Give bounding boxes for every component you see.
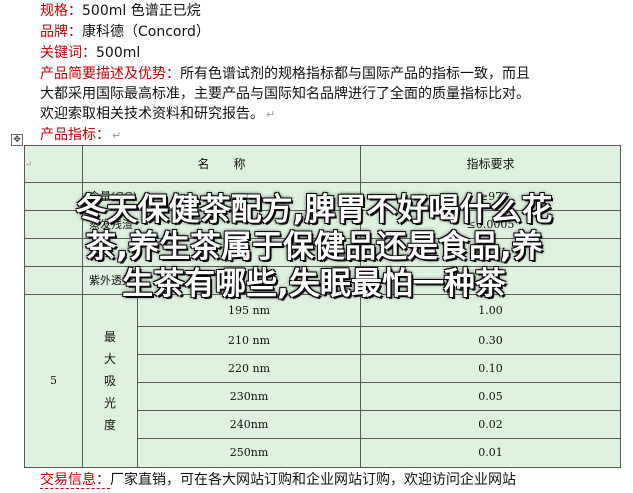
desc-line-2: 大都采用国际最高标准，主要产品与国际知名品牌进行了全面的质量指标比对。 [40, 84, 530, 104]
brand-line: 品牌：康科德（Concord） [40, 22, 210, 42]
footer-label: 交易信息： [40, 472, 110, 489]
group-label-char: 最 [103, 329, 116, 344]
wavelength-cell: 240nm [136, 409, 362, 439]
brand-label: 品牌： [40, 24, 82, 40]
index-line: 产品指标： ↵ [40, 125, 121, 146]
table-header-row: ↵ 名 称 指标要求 [24, 145, 622, 183]
footer-value: 厂家直销，可在各大网站订购和企业网站订购，欢迎访问企业网站 [110, 472, 516, 488]
desc-text-2: 大都采用国际最高标准，主要产品与国际知名品牌进行了全面的质量指标比对。 [40, 86, 530, 102]
group-label-char: 光 [103, 395, 116, 410]
absorbance-cell: 0.05 [360, 381, 622, 411]
overlay-line-1: 冬天保健茶配方,脾胃不好喝什么花 [75, 192, 553, 228]
wavelength-cell: 250nm [136, 437, 362, 469]
header-name: 名 称 [81, 145, 362, 183]
brand-value: 康科德（Concord） [82, 24, 210, 40]
keyword-line: 关键词：500ml [40, 43, 140, 63]
absorbance-cell: 0.30 [360, 325, 622, 355]
article-title-overlay: 冬天保健茶配方,脾胃不好喝什么花 茶,养生茶属于保健品还是食品,养 生茶有哪些,… [14, 192, 614, 303]
group-label: 最 大 吸 光 度 [82, 293, 138, 469]
desc-line-3: 欢迎索取相关技术资料和研究报告。 ↵ [40, 104, 275, 125]
return-mark-icon: ↵ [266, 108, 276, 121]
absorbance-cell: 0.02 [360, 409, 622, 439]
document-page: 规格：500ml 色谱正已烷 品牌：康科德（Concord） 关键词：500ml… [0, 0, 633, 493]
cell-mark-icon: ↵ [25, 160, 33, 171]
index-label: 产品指标： [40, 127, 110, 143]
return-mark-icon: ↵ [112, 129, 122, 142]
keyword-value: 500ml [96, 45, 141, 61]
footer-line: 交易信息：厂家直销，可在各大网站订购和企业网站订购，欢迎访问企业网站 [40, 470, 516, 490]
spec-value: 500ml 色谱正已烷 [82, 3, 201, 19]
desc-line-1: 产品简要描述及优势：所有色谱试剂的规格指标都与国际产品的指标一致，而且 [40, 64, 530, 84]
group-label-char: 度 [103, 417, 116, 432]
spec-label: 规格： [40, 3, 82, 19]
wavelength-cell: 210 nm [136, 325, 362, 355]
wavelength-cell: 220 nm [136, 353, 362, 383]
wavelength-cell: 230nm [136, 381, 362, 411]
header-req: 指标要求 [360, 145, 622, 183]
desc-text-1: 所有色谱试剂的规格指标都与国际产品的指标一致，而且 [180, 66, 530, 82]
overlay-line-2: 茶,养生茶属于保健品还是食品,养 [85, 229, 543, 265]
absorbance-cell: 0.10 [360, 353, 622, 383]
keyword-label: 关键词： [40, 45, 96, 61]
absorbance-cell: 0.01 [360, 437, 622, 469]
table-move-handle-icon[interactable]: ✥ [11, 134, 23, 146]
desc-text-3: 欢迎索取相关技术资料和研究报告。 [40, 106, 264, 122]
table-cell: ↵ [24, 145, 83, 183]
desc-label: 产品简要描述及优势： [40, 66, 180, 82]
group-label-char: 大 [103, 351, 116, 366]
spec-line: 规格：500ml 色谱正已烷 [40, 1, 201, 21]
group-no: 5 [24, 293, 83, 469]
group-label-char: 吸 [103, 373, 116, 388]
overlay-line-3: 生茶有哪些,失眠最怕一种茶 [122, 266, 506, 302]
